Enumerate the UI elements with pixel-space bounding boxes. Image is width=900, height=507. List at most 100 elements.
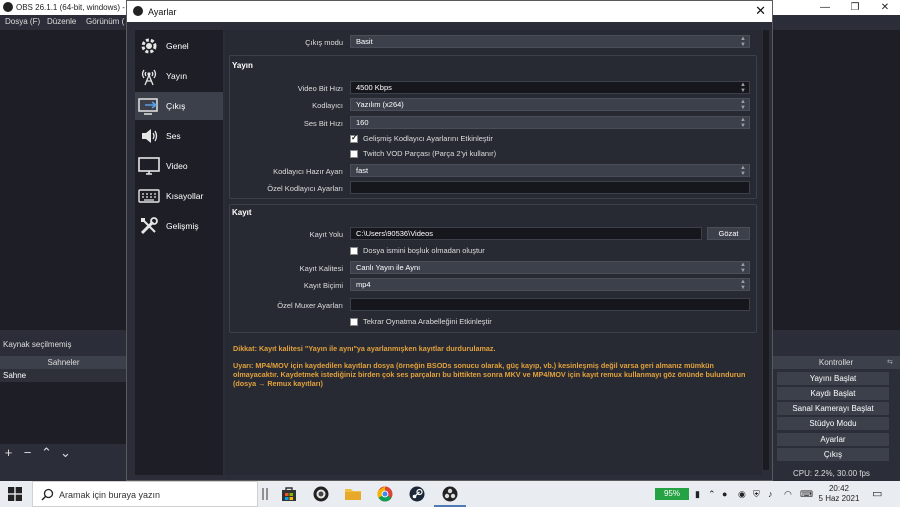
battery-indicator[interactable]: 95% [655, 488, 689, 500]
wifi-icon[interactable]: ◠ [784, 489, 792, 500]
settings-scrollbar[interactable] [762, 30, 770, 475]
scene-item[interactable]: Sahne [0, 369, 127, 382]
scenes-header: Sahneler [0, 356, 127, 369]
custom-encoder-input[interactable] [350, 181, 750, 194]
advanced-encoder-checkbox[interactable]: Gelişmiş Kodlayıcı Ayarlarını Etkinleşti… [350, 133, 493, 143]
output-mode-label: Çıkış modu [305, 38, 343, 47]
task-view-icon[interactable] [256, 484, 276, 504]
spin-arrows-icon[interactable]: ▲ ▼ [740, 82, 746, 94]
add-scene-icon[interactable]: + [2, 446, 15, 459]
sidebar-item-label: Ses [166, 131, 181, 141]
obs-logo-icon [3, 2, 13, 12]
notifications-icon[interactable]: ▭ [872, 487, 882, 500]
system-clock[interactable]: 20:42 5 Haz 2021 [818, 484, 860, 504]
folder-icon[interactable] [343, 484, 363, 504]
minimize-icon[interactable]: — [810, 0, 840, 15]
remove-scene-icon[interactable]: − [21, 446, 34, 459]
volume-icon[interactable]: ♪ [768, 489, 773, 499]
combo-arrows-icon: ▲ ▼ [740, 279, 746, 291]
recording-path-input[interactable]: C:\Users\90536\Videos [350, 227, 702, 240]
encoder-preset-label: Kodlayıcı Hazır Ayarı [273, 167, 343, 176]
sidebar-item-label: Video [166, 161, 188, 171]
checkbox-icon[interactable] [350, 149, 358, 158]
preview-area-left [0, 30, 128, 330]
video-bitrate-value: 4500 Kbps [356, 83, 392, 92]
warning-recording-quality: Dikkat: Kayıt kalitesi "Yayın ile aynı"y… [233, 344, 496, 353]
menu-edit[interactable]: Düzenle [47, 17, 76, 26]
preview-area-right [772, 30, 900, 330]
settings-button[interactable]: Ayarlar [777, 433, 889, 446]
combo-arrows-icon: ▲ ▼ [740, 262, 746, 274]
replay-buffer-checkbox[interactable]: Tekrar Oynatma Arabelleğini Etkinleştir [350, 317, 492, 326]
battery-icon[interactable]: ▮ [695, 489, 700, 500]
start-virtualcam-button[interactable]: Sanal Kamerayı Başlat [777, 402, 889, 415]
sidebar-item-label: Yayın [166, 71, 188, 81]
close-icon[interactable]: ✕ [870, 0, 900, 15]
encoder-select[interactable]: Yazılım (x264) ▲ ▼ [350, 98, 750, 111]
menu-file[interactable]: Dosya (F) [5, 17, 40, 26]
sidebar-item-output[interactable]: Çıkış [135, 92, 223, 120]
sidebar-item-advanced[interactable]: Gelişmiş [135, 212, 223, 240]
search-icon [41, 488, 54, 503]
taskbar-search[interactable]: Aramak için buraya yazın [32, 481, 258, 507]
sidebar-item-stream[interactable]: Yayın [135, 62, 223, 90]
no-source-label: Kaynak seçilmemiş [3, 340, 72, 349]
encoder-preset-value: fast [356, 166, 369, 175]
video-bitrate-spinbox[interactable]: 4500 Kbps ▲ ▼ [350, 81, 750, 94]
checkbox-icon[interactable] [350, 317, 358, 326]
sidebar-item-video[interactable]: Video [135, 152, 223, 180]
muxer-settings-label: Özel Muxer Ayarları [277, 301, 343, 310]
move-up-icon[interactable]: ⌃ [40, 446, 53, 459]
sidebar-item-label: Gelişmiş [166, 221, 199, 231]
controls-header: Kontroller [772, 356, 900, 369]
move-down-icon[interactable]: ⌄ [59, 446, 72, 459]
sidebar-item-general[interactable]: Genel [135, 32, 223, 60]
restore-icon[interactable]: ❐ [840, 0, 870, 15]
microphone-icon[interactable]: ● [722, 489, 727, 499]
webcam-icon[interactable]: ◉ [738, 489, 746, 500]
checkbox-icon[interactable] [350, 246, 358, 255]
no-space-filename-checkbox[interactable]: Dosya ismini boşluk olmadan oluştur [350, 246, 485, 255]
combo-arrows-icon: ▲ ▼ [740, 165, 746, 177]
sidebar-item-audio[interactable]: Ses [135, 122, 223, 150]
recording-format-select[interactable]: mp4 ▲ ▼ [350, 278, 750, 291]
windows-start-icon[interactable] [8, 487, 22, 501]
obs-window-title: OBS 26.1.1 (64-bit, windows) - P [16, 3, 133, 12]
start-recording-button[interactable]: Kaydı Başlat [777, 387, 889, 400]
clock-date: 5 Haz 2021 [818, 494, 860, 503]
checkbox-checked-icon[interactable] [350, 133, 358, 143]
close-icon[interactable]: ✕ [755, 3, 766, 19]
combo-arrows-icon: ▲ ▼ [740, 117, 746, 129]
encoder-preset-select[interactable]: fast ▲ ▼ [350, 164, 750, 177]
sidebar-item-label: Çıkış [166, 101, 186, 111]
audio-bitrate-select[interactable]: 160 ▲ ▼ [350, 116, 750, 129]
streaming-group-title: Yayın [232, 61, 253, 70]
scrollbar-thumb[interactable] [763, 30, 769, 470]
output-mode-select[interactable]: Basit ▲ ▼ [350, 35, 750, 48]
dock-float-icon[interactable]: ⇆ [887, 358, 893, 366]
sidebar-item-label: Kısayollar [166, 191, 204, 201]
output-icon [138, 95, 160, 117]
keyboard-layout-icon[interactable]: ⌨ [800, 489, 813, 500]
custom-encoder-label: Özel Kodlayıcı Ayarları [267, 184, 343, 193]
recording-quality-select[interactable]: Canlı Yayın ile Aynı ▲ ▼ [350, 261, 750, 274]
store-icon[interactable] [279, 484, 299, 504]
chevron-up-icon[interactable]: ⌃ [708, 489, 716, 500]
sidebar-item-hotkeys[interactable]: Kısayollar [135, 182, 223, 210]
chrome-icon[interactable] [375, 484, 395, 504]
exit-button[interactable]: Çıkış [777, 448, 889, 461]
studio-mode-button[interactable]: Stüdyo Modu [777, 417, 889, 430]
output-mode-value: Basit [356, 37, 373, 46]
twitch-vod-checkbox[interactable]: Twitch VOD Parçası (Parça 2'yi kullanır) [350, 149, 496, 158]
start-streaming-button[interactable]: Yayını Başlat [777, 372, 889, 385]
steam-icon[interactable] [407, 484, 427, 504]
shield-icon[interactable]: ⛨ [753, 489, 760, 500]
audio-bitrate-value: 160 [356, 118, 369, 127]
recording-quality-label: Kayıt Kalitesi [299, 264, 343, 273]
camera-app-icon[interactable] [311, 484, 331, 504]
obs-taskbar-icon[interactable] [440, 484, 460, 504]
menu-view[interactable]: Görünüm ( [86, 17, 124, 26]
dialog-title: Ayarlar [148, 7, 177, 17]
muxer-settings-input[interactable] [350, 298, 750, 311]
browse-button[interactable]: Gözat [707, 227, 750, 240]
